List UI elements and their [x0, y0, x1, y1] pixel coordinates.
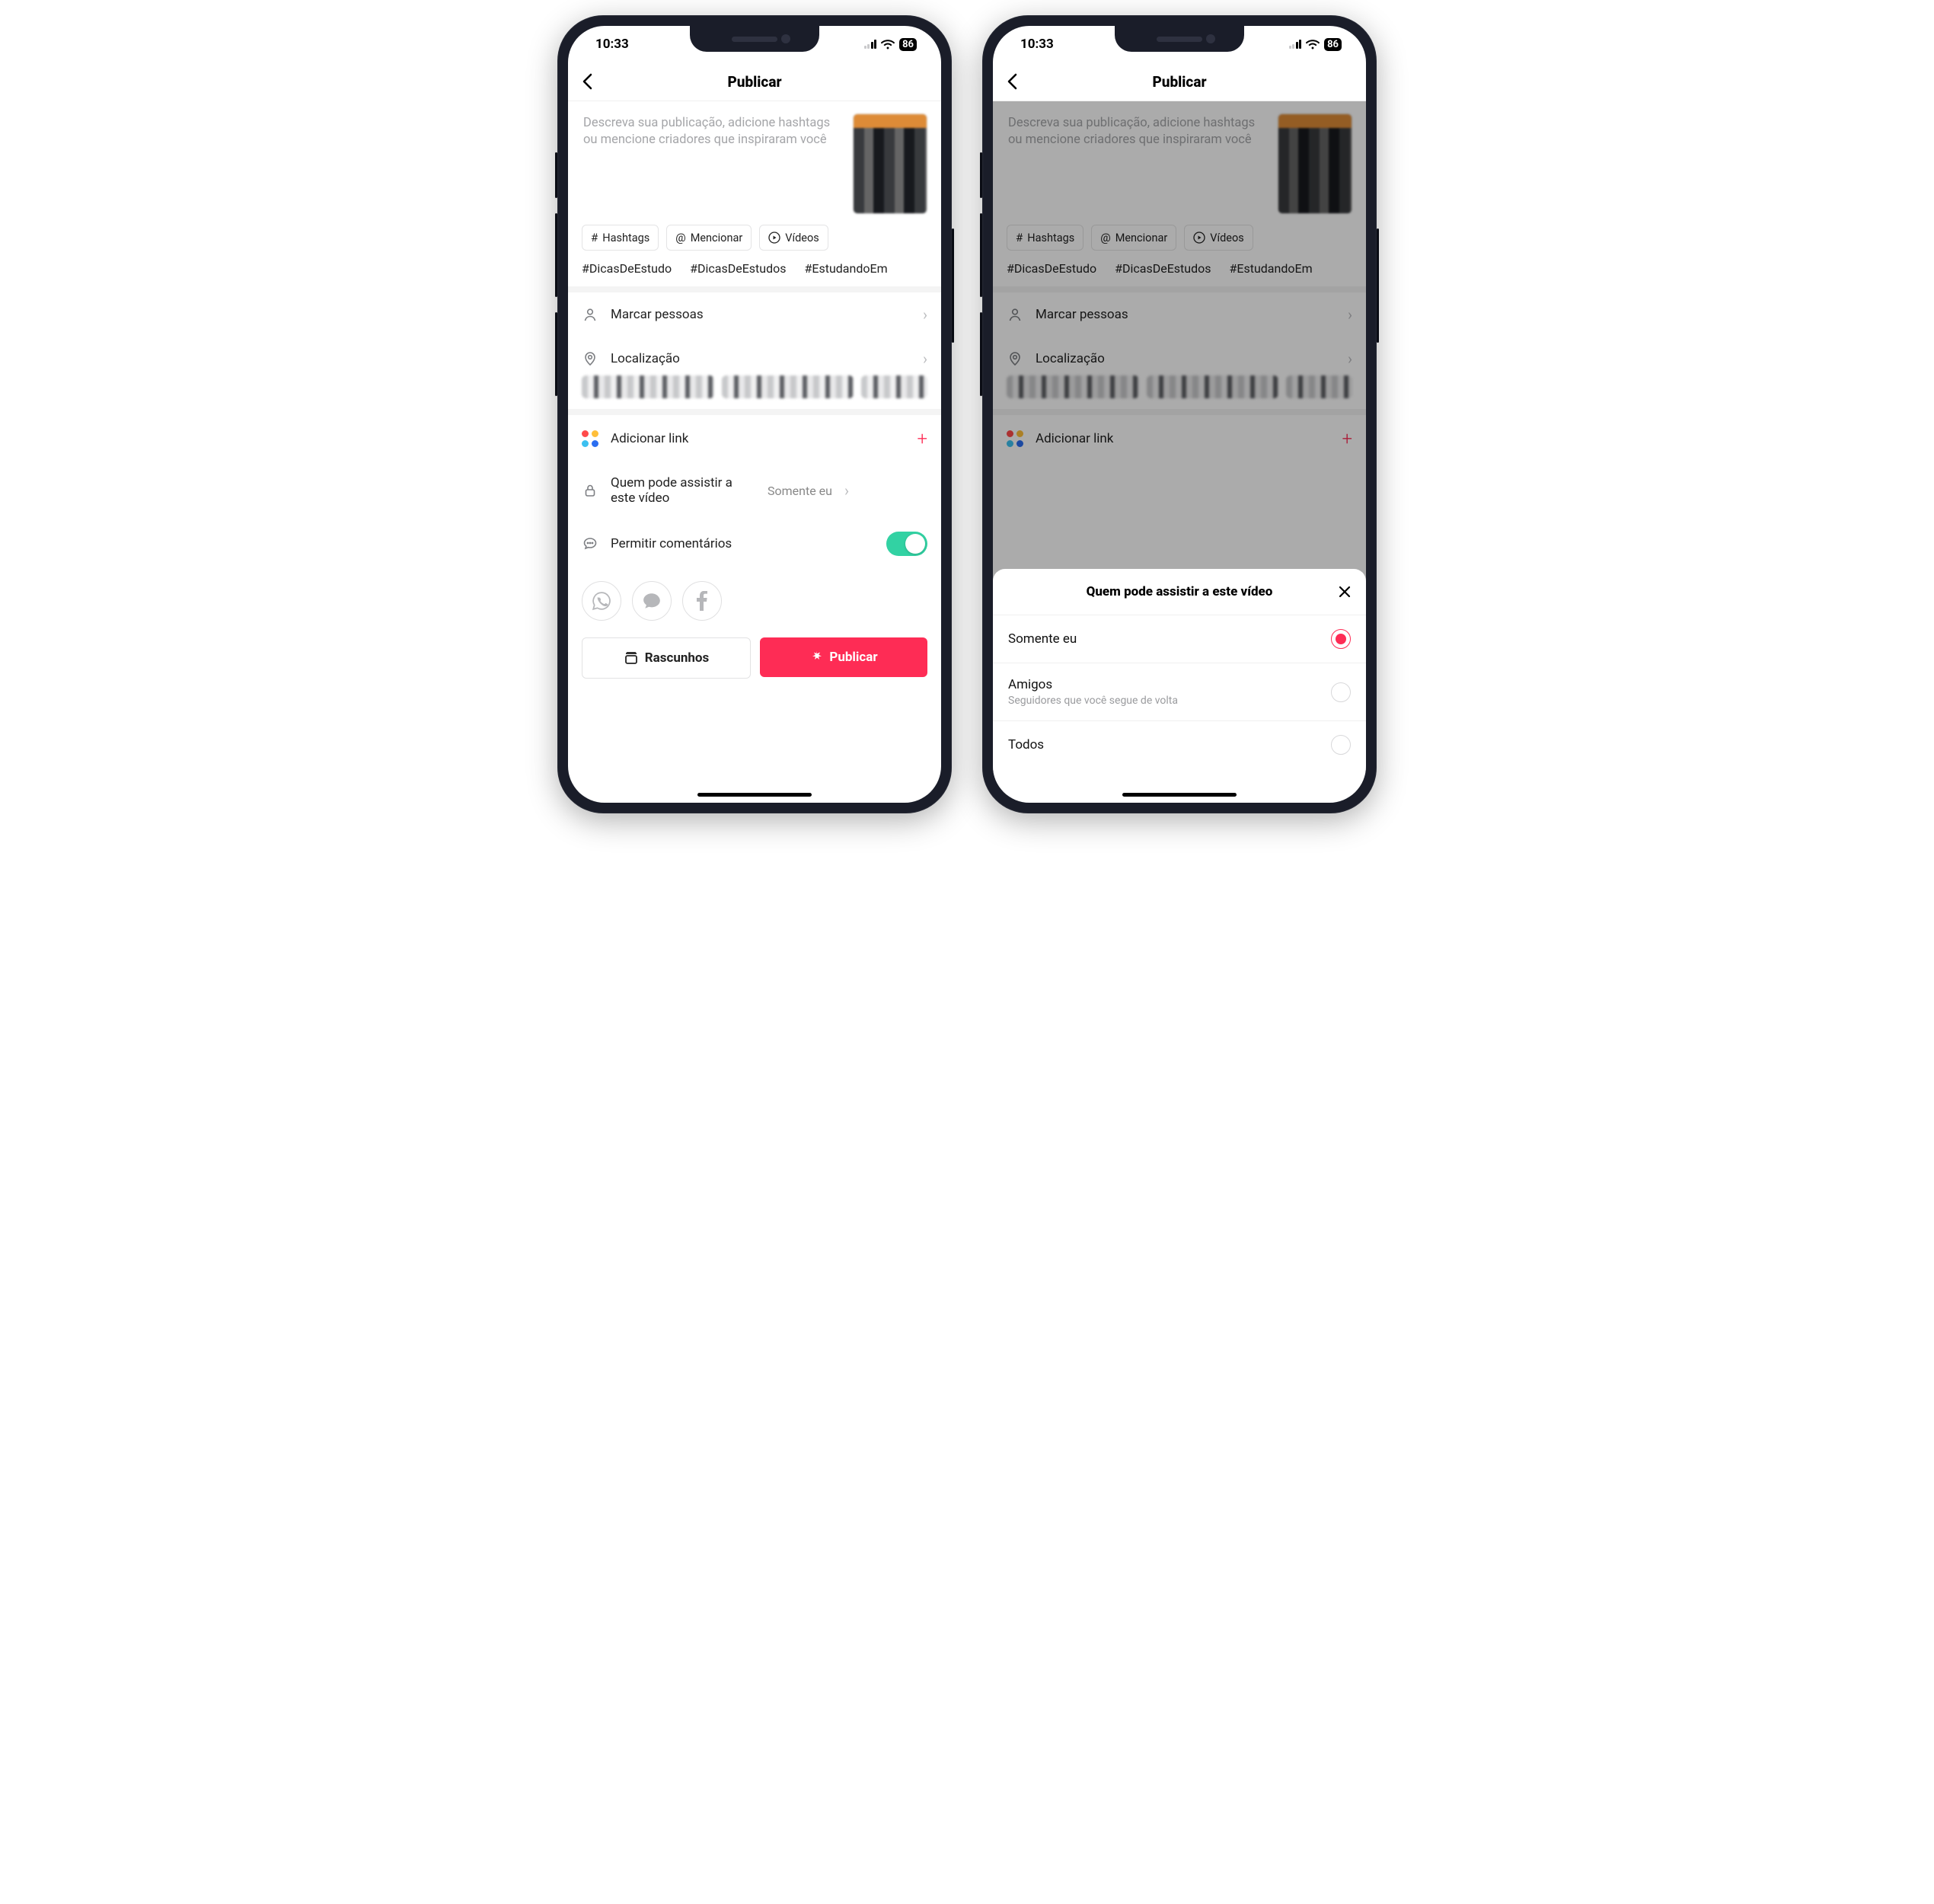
- row-label: Quem pode assistir a este vídeo: [611, 475, 755, 506]
- chip-label: Mencionar: [691, 232, 743, 244]
- location-chip[interactable]: [722, 375, 854, 398]
- button-label: Rascunhos: [645, 650, 709, 666]
- battery-indicator: 86: [899, 38, 917, 51]
- chip-label: Vídeos: [785, 232, 819, 244]
- page-title: Publicar: [1152, 73, 1206, 91]
- drafts-button[interactable]: Rascunhos: [582, 637, 751, 679]
- tag-people-row[interactable]: Marcar pessoas ›: [568, 292, 941, 337]
- allow-comments-row: Permitir comentários: [568, 519, 941, 569]
- row-value: Somente eu: [768, 484, 832, 498]
- chevron-right-icon: ›: [844, 481, 849, 500]
- wifi-icon: [881, 40, 895, 50]
- option-label: Somente eu: [1008, 631, 1331, 647]
- hashtag-suggestion[interactable]: #EstudandoEm: [805, 261, 888, 276]
- facebook-share-button[interactable]: [682, 581, 722, 621]
- home-indicator[interactable]: [1122, 793, 1237, 797]
- caption-input[interactable]: [582, 113, 842, 185]
- hashtag-suggestion[interactable]: #DicasDeEstudo: [582, 261, 672, 276]
- screen: 10:33 86 Publicar #Hashtags @Menci: [993, 26, 1366, 803]
- notch: [1115, 26, 1244, 52]
- person-icon: [582, 307, 598, 322]
- plus-icon: +: [917, 428, 927, 449]
- lock-icon: [582, 483, 598, 498]
- radio-unselected[interactable]: [1331, 735, 1351, 755]
- drafts-icon: [624, 651, 639, 665]
- publish-button[interactable]: Publicar: [760, 637, 927, 677]
- hashtags-chip[interactable]: # Hashtags: [582, 225, 659, 251]
- video-thumbnail[interactable]: [853, 113, 927, 214]
- row-label: Adicionar link: [611, 431, 905, 446]
- notch: [690, 26, 819, 52]
- status-time: 10:33: [595, 37, 629, 52]
- status-time: 10:33: [1020, 37, 1054, 52]
- row-label: Permitir comentários: [611, 536, 874, 551]
- hash-icon: #: [591, 231, 598, 244]
- back-button[interactable]: [1007, 73, 1017, 90]
- comments-toggle[interactable]: [886, 532, 927, 556]
- sheet-title: Quem pode assistir a este vídeo: [1087, 584, 1273, 599]
- screen: 10:33 86 Publicar #: [568, 26, 941, 803]
- battery-indicator: 86: [1324, 38, 1342, 51]
- phone-frame-right: 10:33 86 Publicar #Hashtags @Menci: [982, 15, 1377, 813]
- privacy-option-friends[interactable]: Amigos Seguidores que você segue de volt…: [993, 663, 1366, 720]
- chevron-right-icon: ›: [923, 350, 927, 368]
- phone-frame-left: 10:33 86 Publicar #: [557, 15, 952, 813]
- button-label: Publicar: [829, 650, 877, 665]
- play-circle-icon: [768, 232, 780, 244]
- comment-icon: [582, 536, 598, 551]
- cellular-icon: [1289, 40, 1302, 49]
- back-button[interactable]: [582, 73, 592, 90]
- row-label: Localização: [611, 351, 911, 366]
- messages-share-button[interactable]: [632, 581, 672, 621]
- apps-icon: [582, 430, 598, 447]
- home-indicator[interactable]: [697, 793, 812, 797]
- at-icon: @: [675, 231, 685, 244]
- page-title: Publicar: [727, 73, 781, 91]
- radio-selected[interactable]: [1331, 629, 1351, 649]
- privacy-row[interactable]: Quem pode assistir a este vídeo Somente …: [568, 462, 941, 519]
- location-chip[interactable]: [861, 375, 927, 398]
- privacy-sheet: Quem pode assistir a este vídeo Somente …: [993, 569, 1366, 788]
- location-pin-icon: [582, 351, 598, 366]
- radio-unselected[interactable]: [1331, 682, 1351, 702]
- location-row[interactable]: Localização ›: [568, 337, 941, 375]
- chevron-right-icon: ›: [923, 305, 927, 324]
- chip-label: Hashtags: [602, 232, 649, 244]
- wifi-icon: [1306, 40, 1320, 50]
- option-label: Amigos: [1008, 677, 1331, 692]
- cellular-icon: [864, 40, 877, 49]
- location-suggestions: [568, 375, 941, 409]
- hashtag-suggestion[interactable]: #DicasDeEstudos: [690, 261, 786, 276]
- videos-chip[interactable]: Vídeos: [759, 225, 828, 251]
- page-header: Publicar: [568, 62, 941, 101]
- close-button[interactable]: [1337, 584, 1352, 599]
- add-link-row[interactable]: Adicionar link +: [568, 415, 941, 462]
- option-label: Todos: [1008, 737, 1331, 752]
- whatsapp-share-button[interactable]: [582, 581, 621, 621]
- option-sublabel: Seguidores que você segue de volta: [1008, 695, 1331, 707]
- sparkle-icon: [809, 650, 823, 664]
- row-label: Marcar pessoas: [611, 307, 911, 322]
- location-chip[interactable]: [582, 375, 714, 398]
- privacy-option-everyone[interactable]: Todos: [993, 720, 1366, 768]
- privacy-option-only-me[interactable]: Somente eu: [993, 615, 1366, 663]
- hashtag-suggestions: #DicasDeEstudo #DicasDeEstudos #Estudand…: [568, 261, 941, 286]
- page-header: Publicar: [993, 62, 1366, 101]
- mention-chip[interactable]: @ Mencionar: [666, 225, 752, 251]
